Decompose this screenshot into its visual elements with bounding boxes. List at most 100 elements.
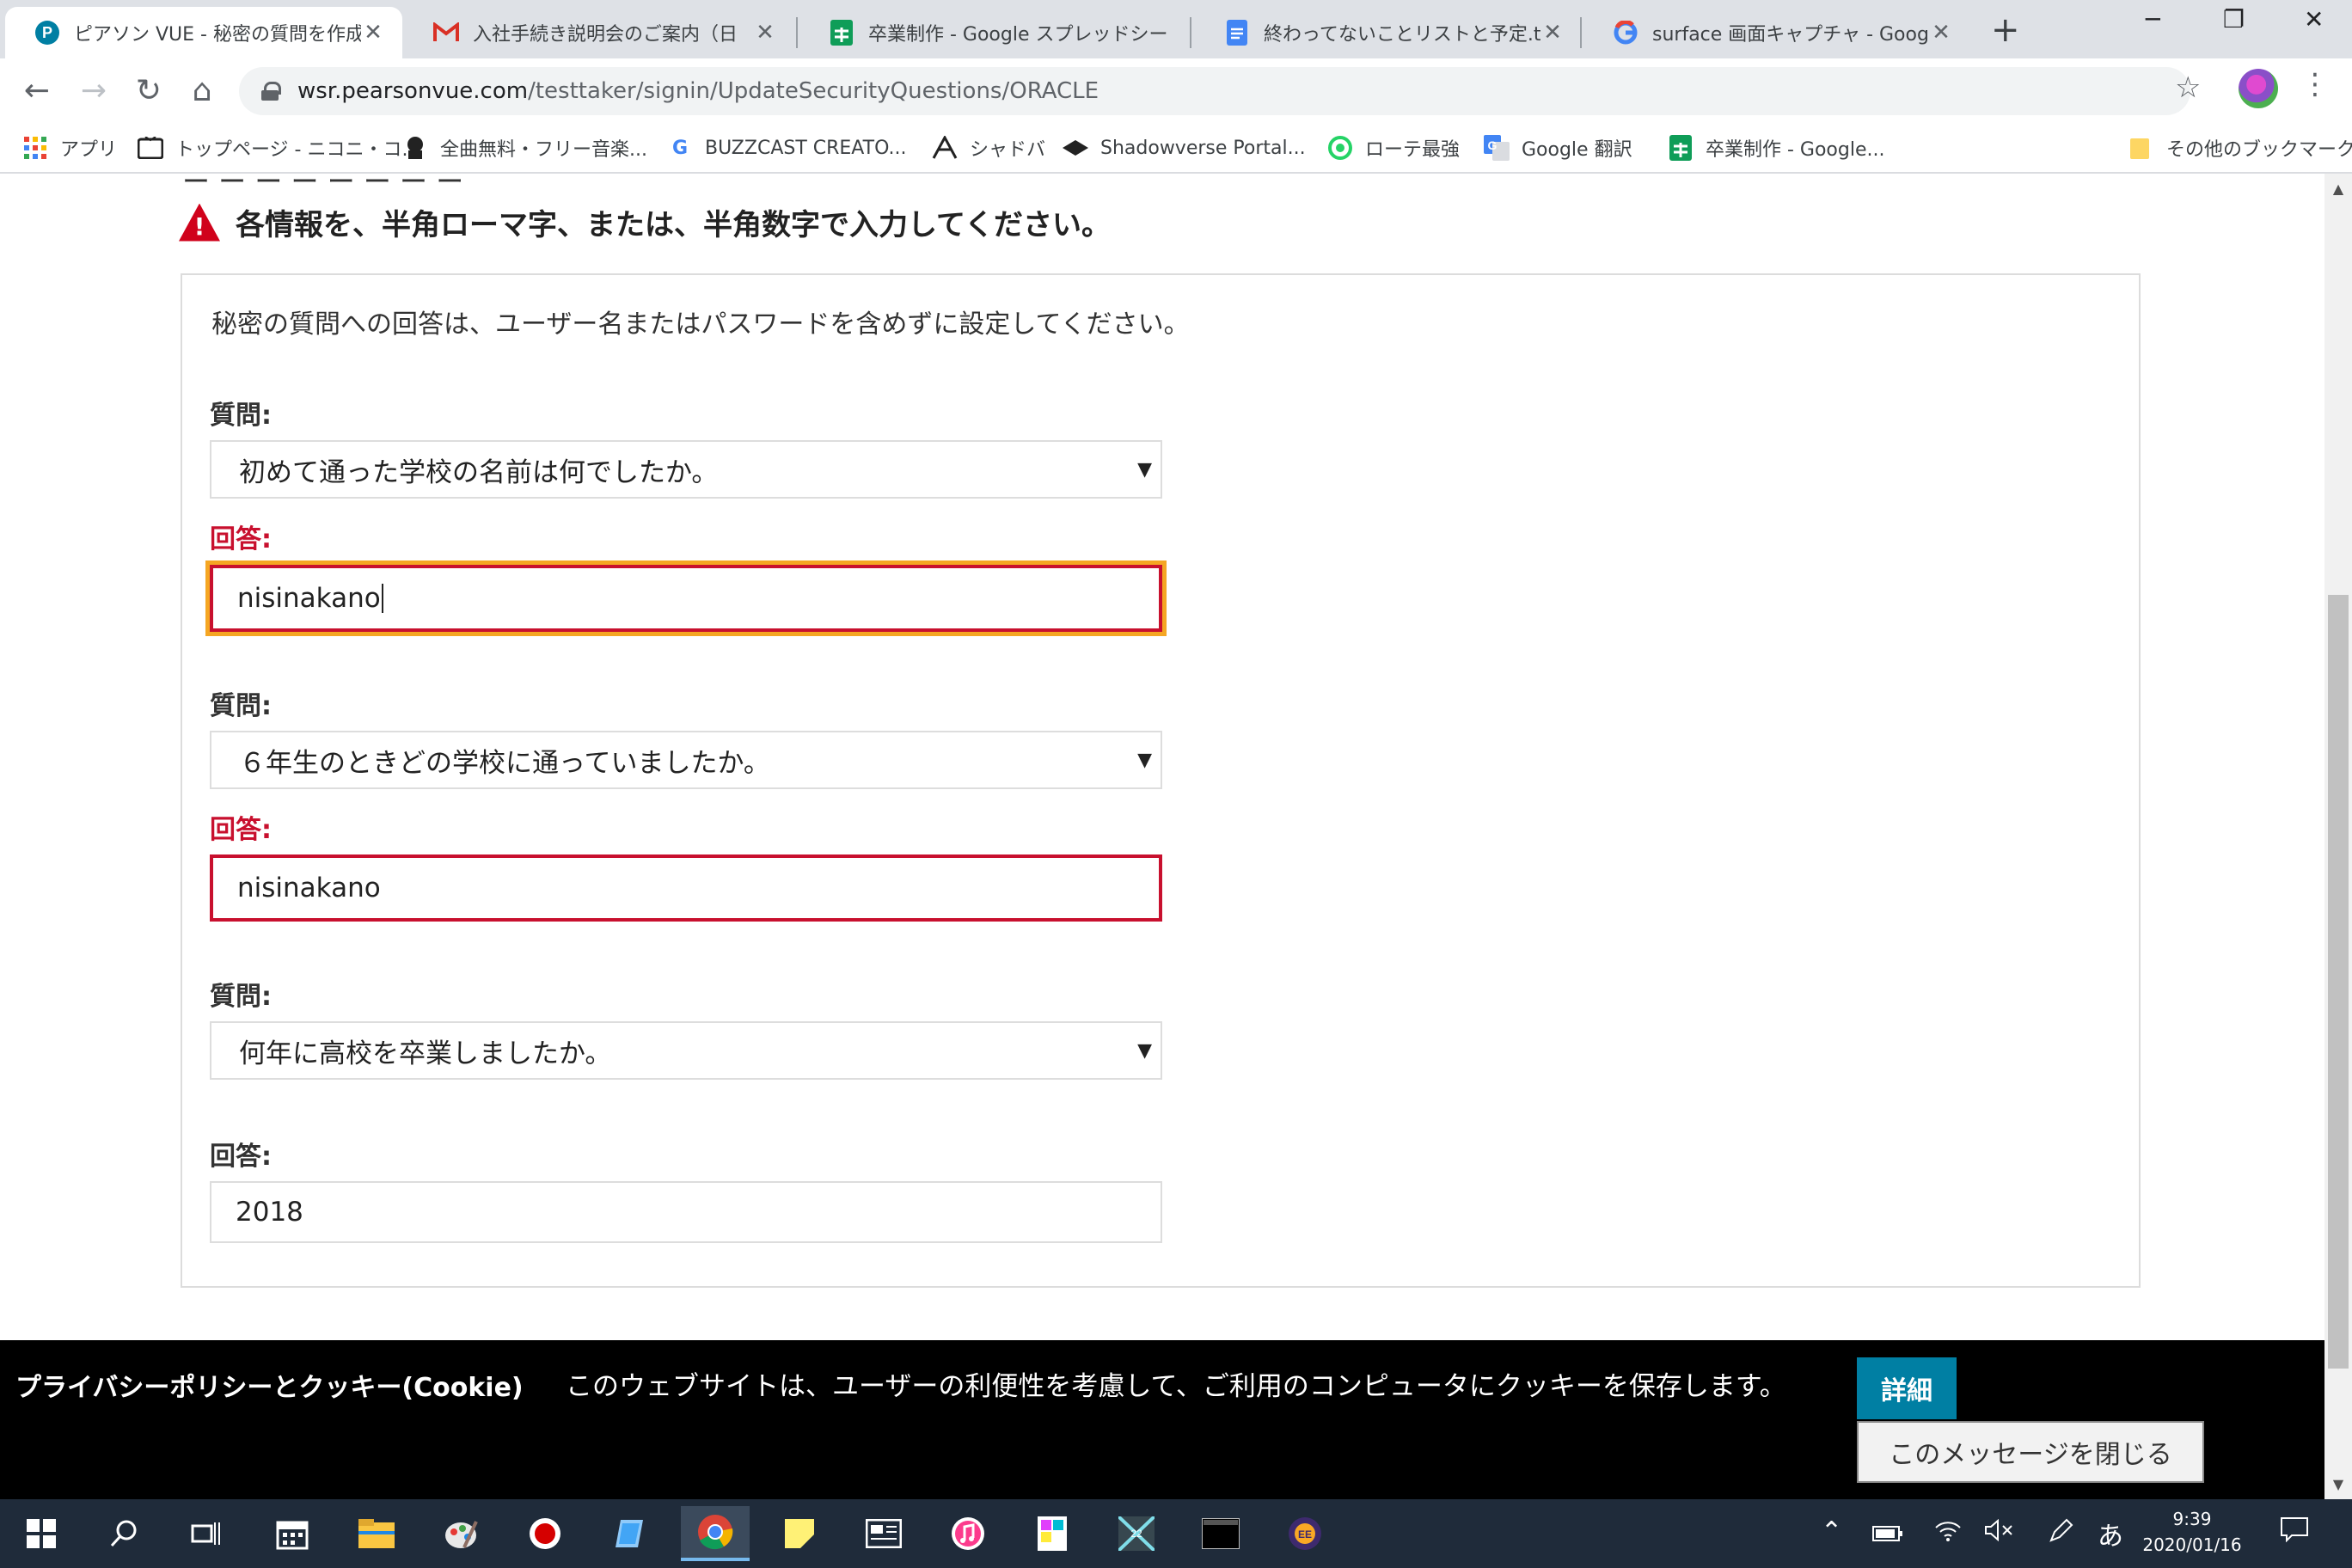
close-tab-icon[interactable]: ✕ — [753, 20, 777, 46]
cookie-banner: プライバシーポリシーとクッキー(Cookie) このウェブサイトは、ユーザーの利… — [0, 1340, 2324, 1499]
question-select-2[interactable]: ６年生のときどの学校に通っていましたか。 ▼ — [210, 731, 1162, 789]
java-ee-ide-icon[interactable]: EE — [1271, 1506, 1339, 1561]
home-button[interactable]: ⌂ — [181, 69, 224, 112]
clock-time: 9:39 — [2172, 1509, 2212, 1529]
close-tab-icon[interactable]: ✕ — [1540, 20, 1565, 46]
tab-strip: P ピアソン VUE - 秘密の質問を作成 ✕ 入社手続き説明会のご案内（日 ✕… — [0, 0, 2352, 58]
restore-button[interactable]: ❐ — [2223, 5, 2245, 34]
warning-icon: ! — [179, 203, 220, 242]
question-label-2: 質問: — [210, 691, 272, 721]
answer-value: nisinakano — [237, 583, 381, 614]
bookmark-shadowverse-portal[interactable]: Shadowverse Portal... — [1063, 131, 1306, 165]
bookmark-sotsugyo[interactable]: 卒業制作 - Google... — [1668, 131, 1885, 165]
lock-icon[interactable] — [261, 82, 281, 101]
cookie-details-button[interactable]: 詳細 — [1857, 1357, 1957, 1419]
answer-input-1[interactable]: nisinakano — [210, 565, 1162, 632]
warning-message: ! 各情報を、半角ローマ字、または、半角数字で入力してください。 — [179, 201, 1111, 243]
bookmark-label: BUZZCAST CREATO... — [705, 137, 907, 159]
bookmark-apps[interactable]: アプリ — [22, 131, 117, 165]
whatsapp-icon — [1327, 135, 1353, 161]
close-tab-icon[interactable]: ✕ — [1929, 20, 1953, 46]
question-select-1[interactable]: 初めて通った学校の名前は何でしたか。 ▼ — [210, 440, 1162, 499]
bookmark-free-music[interactable]: 全曲無料・フリー音楽... — [402, 131, 647, 165]
svg-text:22: 22 — [1130, 1528, 1142, 1540]
tab-separator — [1190, 17, 1191, 48]
bookmark-label: Shadowverse Portal... — [1100, 137, 1306, 159]
close-window-button[interactable]: ✕ — [2304, 5, 2324, 34]
chrome-icon[interactable] — [681, 1506, 750, 1561]
answer-input-2[interactable]: nisinakano — [210, 854, 1162, 922]
tab-pearson-vue[interactable]: P ピアソン VUE - 秘密の質問を作成 ✕ — [5, 7, 402, 58]
bookmark-star-icon[interactable]: ☆ — [2175, 70, 2201, 105]
bookmark-rote[interactable]: ローテ最強 — [1327, 131, 1460, 165]
dropdown-arrow-icon: ▼ — [1137, 459, 1152, 481]
cookie-close-button[interactable]: このメッセージを閉じる — [1857, 1421, 2204, 1483]
wifi-icon[interactable] — [1934, 1518, 1962, 1548]
battery-icon[interactable] — [1872, 1520, 1903, 1550]
apps-grid-icon — [22, 135, 48, 161]
terminal-icon[interactable] — [1186, 1506, 1255, 1561]
shadowverse-icon — [932, 135, 958, 161]
svg-text:G: G — [1488, 138, 1498, 152]
address-bar[interactable]: wsr.pearsonvue.com/testtaker/signin/Upda… — [239, 67, 2190, 115]
svg-text:P: P — [42, 24, 52, 41]
forward-button[interactable]: → — [72, 69, 115, 112]
news-app-icon[interactable] — [849, 1506, 918, 1561]
task-view-icon[interactable] — [172, 1506, 241, 1561]
reload-button[interactable]: ↻ — [127, 69, 170, 112]
windows-start-icon[interactable] — [7, 1506, 76, 1561]
tab-title: 卒業制作 - Google スプレッドシー — [868, 24, 1168, 46]
answer-input-3[interactable]: 2018 — [210, 1181, 1162, 1243]
browser-toolbar: ← → ↻ ⌂ wsr.pearsonvue.com/testtaker/sig… — [0, 58, 2352, 122]
ime-indicator[interactable]: あ — [2098, 1515, 2123, 1553]
tab-google-search[interactable]: surface 画面キャプチャ - Google ✕ — [1583, 7, 1970, 58]
question-select-value: 何年に高校を卒業しましたか。 — [239, 1038, 612, 1069]
tab-gmail[interactable]: 入社手続き説明会のご案内（日 ✕ — [404, 7, 794, 58]
profile-avatar[interactable] — [2239, 69, 2278, 108]
search-icon[interactable] — [89, 1506, 158, 1561]
text-cursor — [381, 584, 383, 613]
scrollbar-thumb[interactable] — [2328, 595, 2349, 1369]
tray-chevron-icon[interactable]: ⌃ — [1821, 1516, 1842, 1547]
tab-title: 入社手続き説明会のご案内（日 — [473, 24, 738, 46]
tab-docs[interactable]: 終わってないことリストと予定.txt - ✕ — [1195, 7, 1582, 58]
question-select-value: ６年生のときどの学校に通っていましたか。 — [239, 747, 770, 779]
new-tab-button[interactable]: + — [1991, 10, 2020, 50]
bookmark-label: 卒業制作 - Google... — [1706, 139, 1885, 161]
page-scrollbar[interactable]: ▲ ▼ — [2324, 174, 2352, 1499]
dropdown-arrow-icon: ▼ — [1137, 750, 1152, 771]
app-icon-tablet[interactable] — [595, 1506, 664, 1561]
bookmark-label: Google 翻訳 — [1522, 139, 1632, 161]
file-explorer-icon[interactable] — [342, 1506, 411, 1561]
bookmark-label: トップページ - ニコニ・コ... — [175, 139, 420, 161]
bookmark-shadowverse[interactable]: シャドバ — [932, 131, 1045, 165]
bookmark-google-translate[interactable]: G Google 翻訳 — [1484, 131, 1632, 165]
bookmark-label: 全曲無料・フリー音楽... — [440, 139, 647, 161]
scroll-down-arrow-icon[interactable]: ▼ — [2324, 1476, 2352, 1492]
record-icon[interactable] — [511, 1506, 579, 1561]
answer-label-2: 回答: — [210, 815, 272, 845]
minimize-button[interactable]: ─ — [2146, 5, 2160, 34]
back-button[interactable]: ← — [15, 69, 58, 112]
tab-sheets[interactable]: 卒業制作 - Google スプレッドシー — [799, 7, 1186, 58]
game-app-icon[interactable]: 22 — [1102, 1506, 1171, 1561]
menu-icon[interactable]: ⋮ — [2300, 67, 2330, 101]
question-select-3[interactable]: 何年に高校を卒業しましたか。 ▼ — [210, 1021, 1162, 1080]
notifications-icon[interactable] — [2280, 1516, 2309, 1549]
bookmark-other[interactable]: その他のブックマーク — [2128, 131, 2352, 165]
bookmark-niconico[interactable]: トップページ - ニコニ・コ... — [138, 131, 420, 165]
bookmarks-bar: アプリ トップページ - ニコニ・コ... 全曲無料・フリー音楽... G BU… — [0, 122, 2352, 174]
volume-muted-icon[interactable] — [1984, 1518, 2013, 1548]
color-app-icon[interactable] — [1018, 1506, 1087, 1561]
calendar-app-icon[interactable] — [258, 1506, 327, 1561]
pen-icon[interactable] — [2048, 1518, 2073, 1549]
sticky-notes-icon[interactable] — [765, 1506, 834, 1561]
paint-icon[interactable] — [426, 1506, 495, 1561]
itunes-icon[interactable] — [934, 1506, 1002, 1561]
clock[interactable]: 9:39 2020/01/16 — [2132, 1506, 2252, 1558]
url-text[interactable]: wsr.pearsonvue.com/testtaker/signin/Upda… — [297, 78, 1099, 104]
tab-title: ピアソン VUE - 秘密の質問を作成 — [74, 24, 361, 46]
close-tab-icon[interactable]: ✕ — [361, 20, 385, 46]
bookmark-buzzcast[interactable]: G BUZZCAST CREATO... — [667, 131, 907, 165]
scroll-up-arrow-icon[interactable]: ▲ — [2324, 181, 2352, 197]
